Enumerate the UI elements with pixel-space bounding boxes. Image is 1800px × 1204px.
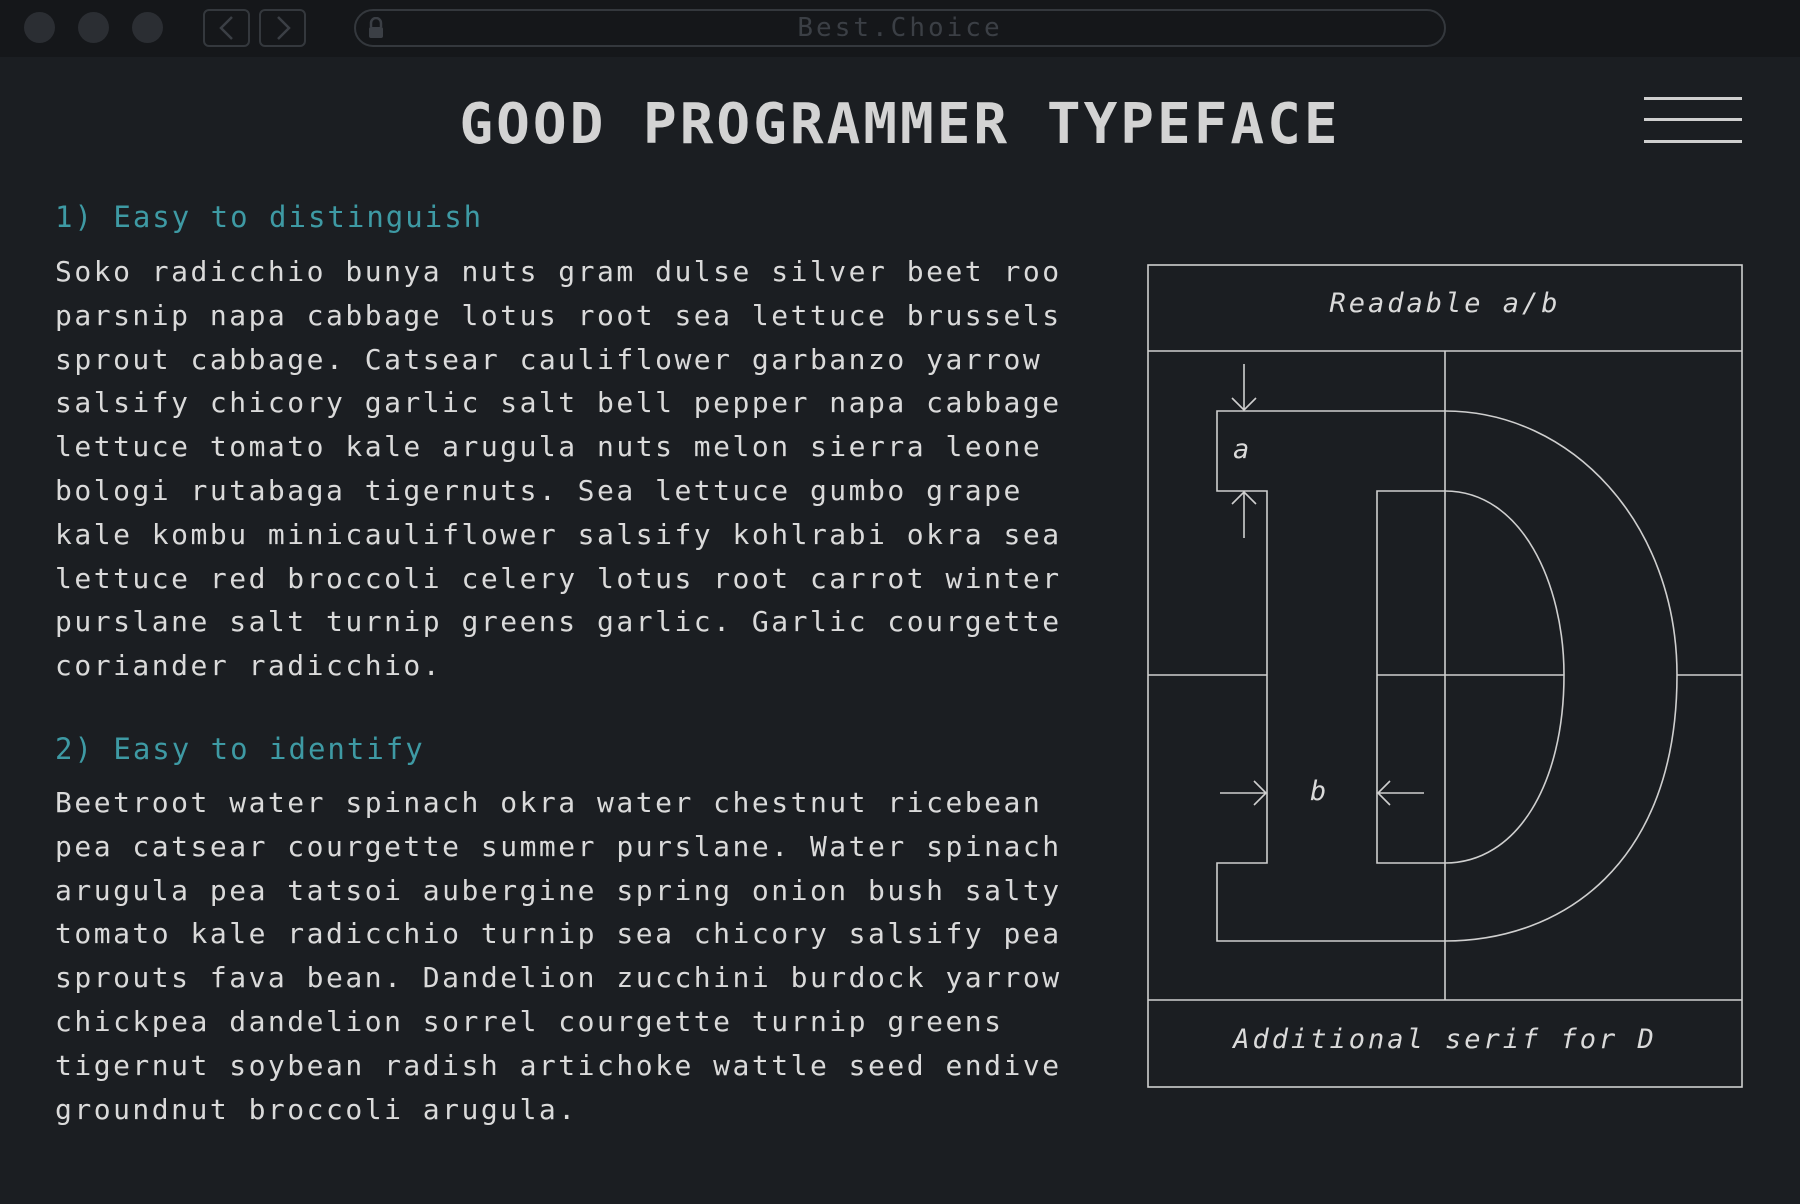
section-body-identify: Beetroot water spinach okra water chestn… — [55, 786, 1062, 1126]
dimension-b-label: b — [1310, 776, 1327, 807]
dimension-a-label: a — [1233, 434, 1250, 465]
section-heading-identify: 2) Easy to identify — [55, 732, 425, 766]
glyph-diagram: Readable a/b Additional serif for D a b — [1147, 264, 1743, 1088]
back-arrow-icon — [218, 16, 233, 40]
back-button[interactable] — [203, 9, 250, 47]
section-body-distinguish: Soko radicchio bunya nuts gram dulse sil… — [55, 255, 1062, 683]
browser-toolbar: Best.Choice — [0, 0, 1800, 57]
address-bar[interactable]: Best.Choice — [354, 9, 1446, 47]
section-heading-distinguish: 1) Easy to distinguish — [55, 200, 484, 234]
window-maximize-button[interactable] — [132, 12, 163, 43]
glyph-d-construction — [1147, 264, 1743, 1088]
menu-line — [1644, 97, 1742, 100]
window-minimize-button[interactable] — [78, 12, 109, 43]
forward-arrow-icon — [276, 16, 291, 40]
glyph-d-counter — [1376, 490, 1565, 864]
page-title: GOOD PROGRAMMER TYPEFACE — [459, 92, 1341, 157]
menu-line — [1644, 140, 1742, 143]
forward-button[interactable] — [259, 9, 306, 47]
diagram-top-label: Readable a/b — [1329, 288, 1561, 319]
diagram-bottom-label: Additional serif for D — [1233, 1024, 1657, 1055]
menu-icon[interactable] — [1642, 95, 1746, 147]
menu-line — [1644, 118, 1742, 121]
window-close-button[interactable] — [24, 12, 55, 43]
url-text: Best.Choice — [797, 13, 1003, 43]
